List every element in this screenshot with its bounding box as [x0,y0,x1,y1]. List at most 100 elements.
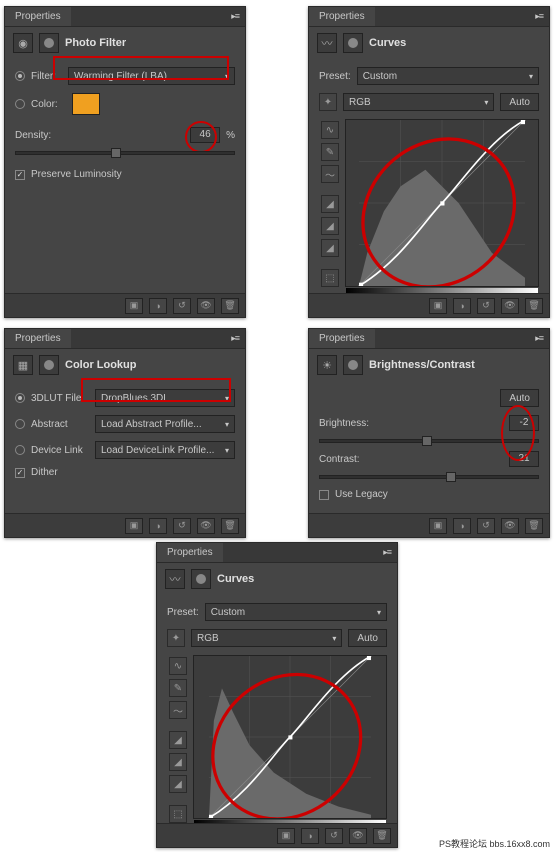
legacy-checkbox[interactable] [319,490,329,500]
edit-points-icon[interactable]: ⬚ [321,269,339,287]
clip-icon[interactable]: ▣ [429,518,447,534]
filter-dropdown[interactable]: Warming Filter (LBA) ▾ [68,67,235,85]
curves-tools: ∿ ✎ 〜 ◢ ◢ ◢ ⬚ [319,119,341,289]
reset-icon[interactable]: ↺ [325,828,343,844]
brightness-slider[interactable] [319,439,539,443]
curve-tool-icon[interactable]: ∿ [321,121,339,139]
visibility-icon[interactable]: 👁 [197,518,215,534]
auto-button[interactable]: Auto [500,93,539,111]
trash-icon[interactable]: 🗑 [221,518,239,534]
visibility-icon[interactable]: 👁 [349,828,367,844]
trash-icon[interactable]: 🗑 [525,518,543,534]
reset-icon[interactable]: ↺ [173,518,191,534]
preset-dropdown[interactable]: Custom▾ [205,603,387,621]
view-prev-icon[interactable]: ◑ [149,518,167,534]
brightness-input[interactable]: -2 [509,415,539,431]
channel-dropdown[interactable]: RGB▾ [343,93,494,111]
smooth-tool-icon[interactable]: 〜 [321,165,339,183]
view-prev-icon[interactable]: ◑ [453,518,471,534]
abstract-dropdown[interactable]: Load Abstract Profile...▾ [95,415,235,433]
mask-icon[interactable] [39,355,59,375]
panel-title: Brightness/Contrast [369,359,475,371]
dither-checkbox[interactable] [15,468,25,478]
adjustment-icon: ☀ [317,355,337,375]
auto-button[interactable]: Auto [348,629,387,647]
density-slider[interactable] [15,151,235,155]
pencil-tool-icon[interactable]: ✎ [321,143,339,161]
tab-properties[interactable]: Properties [5,329,71,348]
reset-icon[interactable]: ↺ [477,518,495,534]
tab-properties[interactable]: Properties [157,543,223,562]
tone-tool-icon[interactable]: ✦ [319,93,337,111]
view-prev-icon[interactable]: ◑ [453,298,471,314]
reset-icon[interactable]: ↺ [477,298,495,314]
preset-dropdown[interactable]: Custom▾ [357,67,539,85]
brightness-label: Brightness: [319,418,369,429]
mask-icon[interactable] [343,355,363,375]
chevron-down-icon: ▾ [332,634,336,643]
device-radio[interactable] [15,445,25,455]
filter-radio[interactable] [15,71,25,81]
visibility-icon[interactable]: 👁 [197,298,215,314]
tab-properties[interactable]: Properties [309,7,375,26]
lut-label: 3DLUT File [31,393,89,404]
edit-points-icon[interactable]: ⬚ [169,805,187,823]
eyedropper-white-icon[interactable]: ◢ [321,239,339,257]
preserve-checkbox[interactable] [15,170,25,180]
channel-dropdown[interactable]: RGB▾ [191,629,342,647]
color-swatch[interactable] [72,93,100,115]
clip-icon[interactable]: ▣ [125,298,143,314]
curves-chart[interactable] [345,119,539,287]
visibility-icon[interactable]: 👁 [501,298,519,314]
visibility-icon[interactable]: 👁 [501,518,519,534]
panel-menu-icon[interactable]: ▸≡ [225,11,245,22]
clip-icon[interactable]: ▣ [429,298,447,314]
chevron-down-icon: ▾ [377,608,381,617]
view-prev-icon[interactable]: ◑ [149,298,167,314]
panel-menu-icon[interactable]: ▸≡ [529,11,549,22]
device-dropdown[interactable]: Load DeviceLink Profile...▾ [95,441,235,459]
tone-tool-icon[interactable]: ✦ [167,629,185,647]
trash-icon[interactable]: 🗑 [525,298,543,314]
lut-radio[interactable] [15,393,25,403]
lut-dropdown[interactable]: DropBlues.3DL▾ [95,389,235,407]
panel-menu-icon[interactable]: ▸≡ [225,333,245,344]
eyedropper-gray-icon[interactable]: ◢ [169,753,187,771]
mask-icon[interactable] [343,33,363,53]
density-unit: % [226,130,235,141]
mask-icon[interactable] [39,33,59,53]
eyedropper-black-icon[interactable]: ◢ [169,731,187,749]
auto-button[interactable]: Auto [500,389,539,407]
chevron-down-icon: ▾ [225,446,229,455]
chevron-down-icon: ▾ [225,394,229,403]
pencil-tool-icon[interactable]: ✎ [169,679,187,697]
panel-brightness-contrast: Properties▸≡ ☀ Brightness/Contrast Auto … [308,328,550,538]
view-prev-icon[interactable]: ◑ [301,828,319,844]
density-input[interactable]: 46 [190,127,220,143]
eyedropper-black-icon[interactable]: ◢ [321,195,339,213]
eyedropper-gray-icon[interactable]: ◢ [321,217,339,235]
trash-icon[interactable]: 🗑 [221,298,239,314]
mask-icon[interactable] [191,569,211,589]
eyedropper-white-icon[interactable]: ◢ [169,775,187,793]
panel-menu-icon[interactable]: ▸≡ [377,547,397,558]
smooth-tool-icon[interactable]: 〜 [169,701,187,719]
abstract-radio[interactable] [15,419,25,429]
abstract-label: Abstract [31,419,89,430]
trash-icon[interactable]: 🗑 [373,828,391,844]
adjustment-icon: 〰 [317,33,337,53]
contrast-input[interactable]: 21 [509,451,539,467]
tab-properties[interactable]: Properties [5,7,71,26]
curve-tool-icon[interactable]: ∿ [169,657,187,675]
curves-chart[interactable] [193,655,387,819]
device-label: Device Link [31,445,89,456]
clip-icon[interactable]: ▣ [125,518,143,534]
color-radio[interactable] [15,99,25,109]
panel-curves-bottom: Properties▸≡ 〰 Curves Preset: Custom▾ ✦ … [156,542,398,848]
contrast-slider[interactable] [319,475,539,479]
legacy-label: Use Legacy [335,489,388,500]
tab-properties[interactable]: Properties [309,329,375,348]
panel-menu-icon[interactable]: ▸≡ [529,333,549,344]
reset-icon[interactable]: ↺ [173,298,191,314]
clip-icon[interactable]: ▣ [277,828,295,844]
